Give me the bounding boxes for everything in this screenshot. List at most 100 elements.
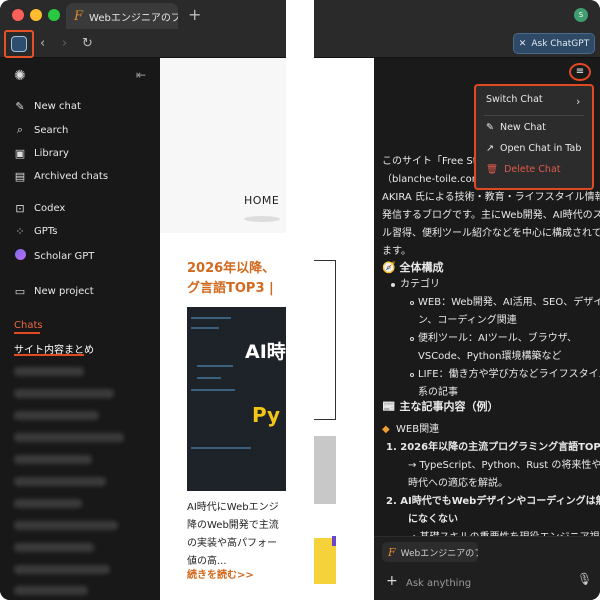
- ask-chatgpt-label: Ask ChatGPT: [531, 38, 590, 49]
- folder-icon: ▭: [14, 285, 26, 298]
- chevron-right-icon: ›: [576, 95, 581, 108]
- sidebar-item-search[interactable]: ⌕ Search: [14, 123, 68, 137]
- section-heading: 📰 主な記事内容（例）: [382, 400, 499, 413]
- response-text: 1. 2026年以降の主流プログラミング言語TOP3: [386, 442, 600, 453]
- microphone-icon[interactable]: 🎙: [577, 572, 592, 586]
- highlight-underline: [14, 354, 84, 356]
- article-thumbnail[interactable]: AI時 Py: [187, 307, 286, 491]
- close-window-button[interactable]: [12, 9, 24, 21]
- sidebar-item-gpts[interactable]: ⁘ GPTs: [14, 225, 57, 238]
- sidebar-icon: [11, 36, 27, 52]
- back-icon[interactable]: ‹: [40, 35, 45, 53]
- chat-item-redacted[interactable]: [14, 455, 92, 464]
- ask-chatgpt-button[interactable]: ✕ Ask ChatGPT: [513, 33, 595, 54]
- chat-item-redacted[interactable]: [14, 565, 110, 574]
- maximize-window-button[interactable]: [48, 9, 60, 21]
- thumbnail-text: AI時: [245, 341, 286, 363]
- highlight-underline: [14, 332, 40, 334]
- sidebar-item-codex[interactable]: ⊡ Codex: [14, 202, 65, 215]
- bullet: [410, 301, 414, 305]
- response-text: WEB関連: [396, 424, 440, 435]
- sidebar-item-label: GPTs: [34, 226, 58, 237]
- chat-item-redacted[interactable]: [14, 433, 124, 442]
- menu-item-label: Delete Chat: [504, 164, 561, 175]
- sidebar-item-archived-chats[interactable]: ▤ Archived chats: [14, 170, 108, 183]
- webpage-view: HOME 2026年以降、 グ言語TOP3 | AI時 Py AI時代にWebエ…: [160, 58, 286, 600]
- response-text: になくない: [408, 514, 458, 525]
- sidebar-item-library[interactable]: ▣ Library: [14, 147, 69, 160]
- tab-title: Webエンジニアのブロ: [89, 12, 178, 24]
- browser-window-left: F Webエンジニアのブロ + ‹ › ↻ ✺ ⇤ ✎ New chat ⌕ S…: [0, 0, 286, 600]
- chat-item-redacted[interactable]: [14, 411, 99, 420]
- article-title[interactable]: 2026年以降、 グ言語TOP3 |: [187, 259, 275, 299]
- menu-item-delete-chat[interactable]: 🗑 Delete Chat: [486, 164, 561, 175]
- search-icon: ⌕: [16, 123, 24, 136]
- chat-item-redacted[interactable]: [14, 521, 118, 530]
- article-title-line: 2026年以降、: [187, 261, 276, 276]
- chat-item-redacted[interactable]: [14, 499, 82, 508]
- sidebar-item-label: New project: [34, 286, 94, 297]
- response-text: AKIRA 氏による技術・教育・ライフスタイル情報を: [382, 192, 600, 203]
- sidebar-item-label: Scholar GPT: [34, 250, 95, 262]
- menu-divider: [484, 115, 584, 116]
- sidebar-item-scholar-gpt[interactable]: Scholar GPT: [14, 249, 94, 263]
- forward-icon[interactable]: ›: [62, 35, 67, 53]
- bullet: [410, 337, 414, 341]
- trash-icon: 🗑: [486, 164, 499, 175]
- response-text: VSCode、Python環境構築など: [418, 351, 562, 362]
- webpage-view-partial: [314, 58, 374, 600]
- collapse-sidebar-icon[interactable]: ⇤: [136, 68, 146, 82]
- sidebar-item-label: New chat: [34, 101, 81, 112]
- chat-input-area: F Webエンジニアのブ + 🎙: [374, 536, 600, 600]
- menu-item-label: New Chat: [499, 122, 546, 133]
- sidebar-item-label: Archived chats: [34, 171, 109, 182]
- sidebar-toggle-button[interactable]: [4, 30, 34, 58]
- menu-icon[interactable]: ≡: [569, 63, 591, 81]
- sidebar-item-new-chat[interactable]: ✎ New chat: [14, 100, 81, 113]
- response-text: ン、コーディング関連: [418, 315, 517, 326]
- reload-icon[interactable]: ↻: [82, 35, 93, 53]
- browser-tab[interactable]: F Webエンジニアのブロ: [66, 3, 178, 29]
- bullet: [391, 283, 395, 287]
- response-text: LIFE：働き方や学び方などライフスタイル: [418, 369, 600, 380]
- menu-item-switch-chat[interactable]: Switch Chat: [486, 94, 543, 105]
- chat-item-redacted[interactable]: [14, 586, 88, 595]
- title-bar: F Webエンジニアのブロ +: [0, 0, 286, 30]
- chats-section-label: Chats: [14, 320, 43, 331]
- chat-item-redacted[interactable]: [14, 543, 94, 552]
- response-text: カテゴリ: [400, 279, 440, 290]
- edit-icon: ✎: [486, 122, 494, 133]
- add-attachment-icon[interactable]: +: [386, 573, 398, 589]
- sidebar-item-new-project[interactable]: ▭ New project: [14, 285, 94, 298]
- sidebar-item-label: Codex: [34, 203, 66, 214]
- context-chip-label: Webエンジニアのブ: [400, 548, 478, 559]
- home-nav-link[interactable]: HOME: [244, 194, 279, 207]
- menu-item-new-chat[interactable]: ✎ New Chat: [486, 122, 546, 133]
- close-icon: ✕: [518, 38, 527, 49]
- response-text: 発信するブログです。主にWeb開発、AI時代のスキ: [382, 210, 600, 221]
- menu-item-open-in-tab[interactable]: ↗ Open Chat in Tab: [486, 143, 581, 154]
- read-more-link[interactable]: 続きを読む>>: [187, 566, 254, 581]
- minimize-window-button[interactable]: [30, 9, 42, 21]
- ask-anything-input[interactable]: [406, 575, 566, 591]
- external-link-icon: ↗: [486, 143, 494, 154]
- menu-item-label: Open Chat in Tab: [499, 143, 582, 154]
- sidebar-item-label: Search: [34, 124, 69, 136]
- bullet: [410, 373, 414, 377]
- chat-options-menu: Switch Chat › ✎ New Chat ↗ Open Chat in …: [474, 84, 594, 190]
- new-chat-icon: ✎: [15, 100, 25, 113]
- archive-icon: ▤: [14, 170, 26, 183]
- codex-icon: ⊡: [15, 202, 25, 215]
- section-heading: 🧭 全体構成: [382, 261, 444, 274]
- diamond-icon: ◆: [382, 424, 390, 435]
- chat-item-redacted[interactable]: [14, 367, 84, 376]
- site-favicon-icon: F: [388, 545, 396, 559]
- chat-item-redacted[interactable]: [14, 389, 114, 398]
- profile-avatar[interactable]: S: [574, 8, 588, 22]
- scholar-gpt-icon: [14, 249, 26, 263]
- chatgpt-logo-icon[interactable]: ✺: [14, 68, 26, 84]
- response-text: ル習得、便利ツール紹介などを中心に構成されてい: [382, 228, 600, 239]
- chat-item-redacted[interactable]: [14, 477, 106, 486]
- new-tab-button[interactable]: +: [188, 5, 201, 24]
- page-context-chip[interactable]: F Webエンジニアのブ: [382, 542, 478, 562]
